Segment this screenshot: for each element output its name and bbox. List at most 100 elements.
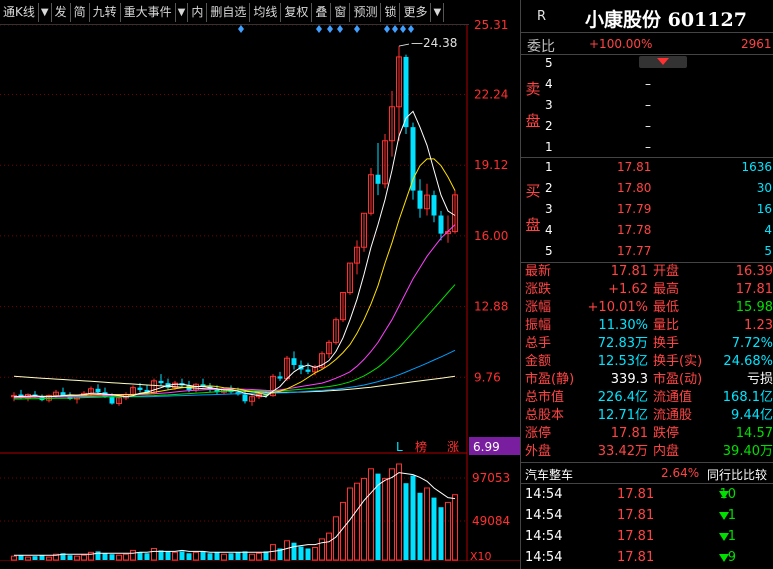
stat-value: 33.42万 (597, 444, 648, 459)
sell-level-row[interactable]: 5 (521, 53, 773, 74)
volume-bar (67, 555, 73, 560)
buy-volume: 4 (764, 223, 772, 237)
volume-bar (403, 483, 409, 560)
candle-body (95, 388, 101, 393)
toolbar-events-dropdown[interactable]: ▼ (176, 2, 189, 22)
toolbar-window[interactable]: 窗 (331, 2, 351, 22)
tick-time: 14:54 (525, 508, 563, 523)
candle-body (375, 174, 381, 184)
volume-bar (186, 553, 192, 560)
price-axis-label: 12.88 (474, 300, 508, 314)
sell-level-number: 4 (545, 77, 553, 91)
toolbar-fa[interactable]: 发 (52, 2, 71, 22)
stat-label: 涨停 (525, 426, 552, 441)
divider (521, 483, 773, 484)
sell-level-row[interactable]: 4– (521, 74, 773, 95)
stat-value: 12.53亿 (597, 354, 648, 369)
stat-label: 总市值 (525, 390, 565, 405)
buy-level-number: 5 (545, 244, 553, 258)
stat-label: 跌停 (653, 426, 680, 441)
toolbar-jiuzhuan[interactable]: 九转 (90, 2, 121, 22)
toolbar-kline[interactable]: 通K线 (0, 2, 39, 22)
buy-price: 17.81 (617, 160, 652, 174)
chart-background (0, 0, 520, 569)
stat-value: 9.44亿 (731, 408, 773, 423)
price-axis-label: 9.76 (474, 370, 501, 384)
toolbar-overlay[interactable]: 叠 (312, 2, 332, 22)
toolbar-jian[interactable]: 简 (71, 2, 90, 22)
tick-price: 17.81 (617, 529, 655, 544)
toolbar-expand-icon[interactable]: ▼ (431, 2, 445, 22)
volume-bar (431, 497, 437, 560)
toolbar-remove-favorite[interactable]: 删自选 (207, 2, 251, 22)
toolbar-more[interactable]: 更多 (400, 2, 432, 22)
sector-compare-link[interactable]: 同行比比较 (707, 466, 767, 483)
volume-bar (235, 552, 241, 560)
r-marker: R (537, 9, 547, 24)
toolbar-ma[interactable]: 均线 (250, 2, 282, 22)
stat-label: 总股本 (525, 408, 565, 423)
sell-level-number: 1 (545, 140, 553, 154)
sector-name[interactable]: 汽车整车 (525, 466, 573, 483)
stat-label: 最高 (653, 282, 680, 297)
tick-price: 17.81 (617, 550, 655, 565)
kline-chart[interactable]: 25.31 22.24 19.12 16.00 12.88 9.76 6.99 97053 49… (0, 0, 520, 569)
stock-terminal: { "toolbar": { "items": ["通K线","发","简","… (0, 0, 773, 569)
chart-badge: L (396, 440, 403, 454)
sell-price: – (645, 140, 651, 154)
stat-value: 12.71亿 (597, 408, 648, 423)
toolbar-kline-dropdown[interactable]: ▼ (39, 2, 52, 22)
candle-body (109, 396, 115, 404)
stat-value: 168.1亿 (722, 390, 773, 405)
stat-label: 最低 (653, 300, 680, 315)
volume-bar (228, 553, 234, 560)
buy-level-row[interactable]: 5 17.77 5 (521, 241, 773, 262)
chart-bottom-strip (0, 561, 520, 569)
sell-price: – (645, 77, 651, 91)
volume-bar (102, 553, 108, 560)
volume-bar (109, 554, 115, 560)
down-arrow-icon (719, 491, 729, 499)
stat-label: 最新 (525, 264, 552, 279)
buy-level-row[interactable]: 4 17.78 4 (521, 220, 773, 241)
stat-label: 市盈(动) (653, 372, 703, 387)
sell-price: – (645, 98, 651, 112)
buy-level-row[interactable]: 1 17.81 1636 (521, 157, 773, 178)
sector-row[interactable]: 汽车整车 2.64% 同行比比较 (521, 463, 773, 484)
stat-value: 亏损 (746, 372, 773, 387)
volume-bar (214, 552, 220, 560)
high-annotation: —24.38 (411, 36, 457, 50)
toolbar-nei[interactable]: 内 (188, 2, 208, 22)
stat-label: 振幅 (525, 318, 552, 333)
chart-toolbar: 通K线 ▼ 发 简 九转 重大事件 ▼ 内 删自选 均线 复权 叠 窗 预测 锁… (0, 0, 469, 25)
current-price-label: 6.99 (473, 440, 500, 454)
buy-price: 17.80 (617, 181, 652, 195)
toolbar-adjust[interactable]: 复权 (281, 2, 313, 22)
chart-badge: 榜 (415, 439, 427, 454)
sell-level-row[interactable]: 1– (521, 137, 773, 158)
candle-body (158, 380, 164, 384)
volume-bar (165, 551, 171, 560)
toolbar-forecast[interactable]: 预测 (350, 2, 382, 22)
volume-axis-label: 97053 (472, 471, 510, 485)
volume-bar (305, 548, 311, 560)
toolbar-lock[interactable]: 锁 (381, 2, 401, 22)
candle-body (242, 394, 248, 402)
stat-label: 市盈(静) (525, 372, 575, 387)
buy-level-row[interactable]: 3 17.79 16 (521, 199, 773, 220)
buy-price: 17.78 (617, 223, 652, 237)
volume-bar (39, 555, 45, 560)
sell-level-row[interactable]: 2– (521, 116, 773, 137)
buy-volume: 16 (756, 202, 772, 216)
buy-level-row[interactable]: 2 17.80 30 (521, 178, 773, 199)
stat-label: 金额 (525, 354, 552, 369)
price-axis-label: 25.31 (474, 18, 508, 32)
candle-body (438, 215, 444, 234)
stat-value: +10.01% (587, 300, 648, 315)
tick-row: 14:54 17.81 10 (521, 485, 773, 506)
toolbar-events[interactable]: 重大事件 (121, 2, 176, 22)
volume-bar (179, 551, 185, 560)
sell-level-row[interactable]: 3– (521, 95, 773, 116)
down-arrow-icon (719, 554, 729, 562)
volume-bar (144, 553, 150, 560)
